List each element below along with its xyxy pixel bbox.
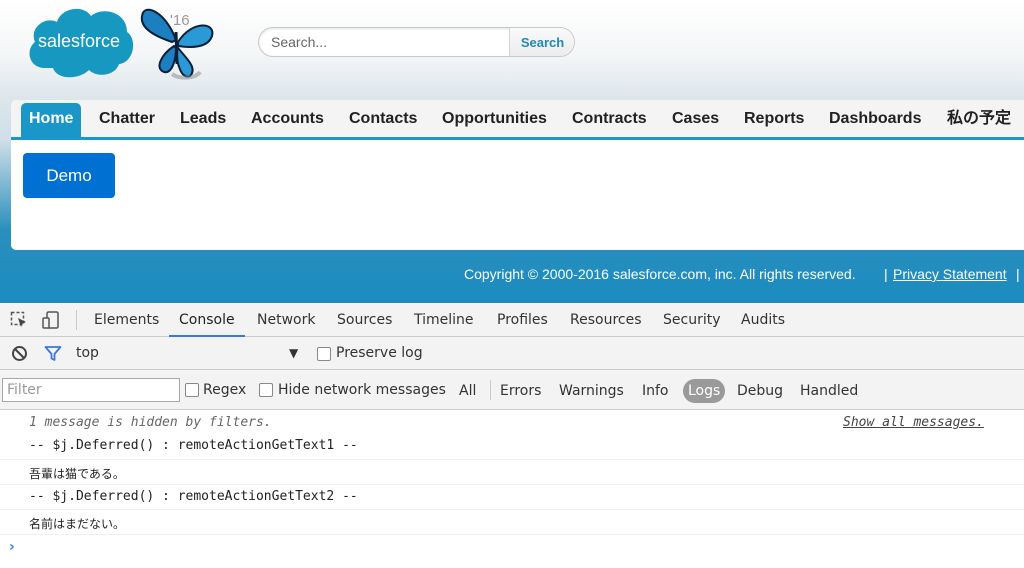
console-filter-input[interactable] xyxy=(2,378,180,402)
tab-dashboards[interactable]: Dashboards xyxy=(829,107,921,137)
regex-label: Regex xyxy=(203,382,247,398)
device-mode-icon[interactable] xyxy=(42,311,60,329)
devtools-panel: Elements Console Network Sources Timelin… xyxy=(0,303,1024,568)
preserve-log-label: Preserve log xyxy=(336,345,423,361)
salesforce-logo[interactable]: salesforce xyxy=(23,2,135,80)
console-message-text: -- $j.Deferred() : remoteActionGetText1 … xyxy=(29,438,358,453)
level-handled[interactable]: Handled xyxy=(800,379,858,403)
devtools-tab-sources[interactable]: Sources xyxy=(337,303,392,337)
console-message: -- $j.Deferred() : remoteActionGetText1 … xyxy=(0,435,1024,460)
hide-network-checkbox[interactable] xyxy=(259,383,273,397)
devtools-tab-resources[interactable]: Resources xyxy=(570,303,642,337)
footer: Copyright © 2000-2016 salesforce.com, in… xyxy=(0,266,1024,286)
level-all[interactable]: All xyxy=(459,379,476,403)
tab-home[interactable]: Home xyxy=(21,103,82,137)
footer-separator: | xyxy=(1016,266,1020,282)
search-box: Search xyxy=(258,27,575,57)
console-message: -- $j.Deferred() : remoteActionGetText2 … xyxy=(0,485,1024,510)
console-message: 名前はまだない。 xyxy=(0,510,1024,535)
tab-contacts[interactable]: Contacts xyxy=(349,107,417,137)
show-all-messages-link[interactable]: Show all messages. xyxy=(843,415,984,430)
filter-divider xyxy=(490,380,491,400)
level-errors[interactable]: Errors xyxy=(500,379,541,403)
logo-text: salesforce xyxy=(38,31,120,51)
devtools-tab-security[interactable]: Security xyxy=(663,303,721,337)
tab-cases[interactable]: Cases xyxy=(672,107,719,137)
context-selector[interactable]: top xyxy=(76,337,99,370)
footer-copyright: Copyright © 2000-2016 salesforce.com, in… xyxy=(464,266,856,282)
tab-bar: Home Chatter Leads Accounts Contacts Opp… xyxy=(11,100,1024,140)
hidden-notice-row: 1 message is hidden by filters. Show all… xyxy=(0,411,1024,435)
preserve-log-checkbox[interactable] xyxy=(317,347,331,361)
tab-leads[interactable]: Leads xyxy=(180,107,226,137)
console-message: 吾輩は猫である。 xyxy=(0,460,1024,485)
logo-year: '16 xyxy=(170,12,190,29)
console-message-text: 吾輩は猫である。 xyxy=(29,467,125,481)
filter-icon[interactable] xyxy=(44,345,62,362)
devtools-tab-timeline[interactable]: Timeline xyxy=(414,303,474,337)
tab-chatter[interactable]: Chatter xyxy=(99,107,155,137)
search-button[interactable]: Search xyxy=(509,28,574,56)
devtools-tab-console[interactable]: Console xyxy=(169,303,245,337)
devtools-toolbar: Elements Console Network Sources Timelin… xyxy=(0,303,1024,337)
footer-separator: | xyxy=(884,266,888,282)
tab-accounts[interactable]: Accounts xyxy=(251,107,324,137)
console-toolbar: top ▼ Preserve log xyxy=(0,337,1024,370)
hide-network-label: Hide network messages xyxy=(278,382,446,398)
search-input[interactable] xyxy=(259,28,509,56)
console-messages: 1 message is hidden by filters. Show all… xyxy=(0,411,1024,568)
content-panel: Demo xyxy=(11,140,1024,250)
console-prompt-icon[interactable]: › xyxy=(9,539,15,555)
inspect-element-icon[interactable] xyxy=(10,311,28,329)
clear-console-icon[interactable] xyxy=(11,345,28,362)
hidden-message-notice: 1 message is hidden by filters. xyxy=(29,415,272,430)
toolbar-divider xyxy=(76,310,77,330)
demo-button[interactable]: Demo xyxy=(23,153,115,198)
privacy-statement-link[interactable]: Privacy Statement xyxy=(893,266,1007,282)
console-message-text: -- $j.Deferred() : remoteActionGetText2 … xyxy=(29,489,358,504)
level-debug[interactable]: Debug xyxy=(737,379,783,403)
devtools-tab-elements[interactable]: Elements xyxy=(94,303,159,337)
level-info[interactable]: Info xyxy=(642,379,669,403)
salesforce-page: salesforce '16 Search Home Chatter Leads… xyxy=(0,0,1024,303)
regex-checkbox[interactable] xyxy=(185,383,199,397)
tab-opportunities[interactable]: Opportunities xyxy=(442,107,547,137)
devtools-tab-profiles[interactable]: Profiles xyxy=(497,303,548,337)
devtools-tab-network[interactable]: Network xyxy=(257,303,315,337)
tab-contracts[interactable]: Contracts xyxy=(572,107,647,137)
tab-reports[interactable]: Reports xyxy=(744,107,804,137)
devtools-tab-audits[interactable]: Audits xyxy=(741,303,785,337)
level-logs[interactable]: Logs xyxy=(683,379,726,403)
tab-my-schedule[interactable]: 私の予定 xyxy=(947,107,1011,137)
console-message-text: 名前はまだない。 xyxy=(29,517,126,531)
dropdown-arrow-icon[interactable]: ▼ xyxy=(289,346,298,360)
level-warnings[interactable]: Warnings xyxy=(559,379,624,403)
console-filter-bar: Regex Hide network messages All Errors W… xyxy=(0,370,1024,410)
